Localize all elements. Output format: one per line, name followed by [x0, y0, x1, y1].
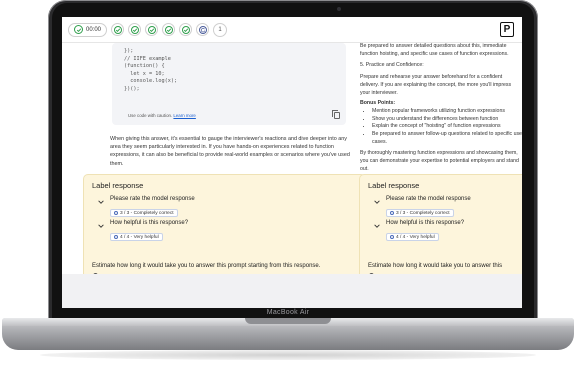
estimate-label: Estimate how long it would take you to a… — [92, 263, 321, 269]
refresh-button[interactable] — [196, 23, 210, 36]
check-circle-icon — [74, 25, 83, 34]
radio-icon — [114, 211, 118, 215]
chevron-down-icon[interactable] — [374, 199, 380, 205]
radio-icon — [114, 235, 118, 239]
response-intro: Be prepared to answer detailed questions… — [360, 43, 509, 57]
timer-value: 00:00 — [86, 26, 102, 33]
screen-bottom-strip — [62, 274, 522, 308]
panel-title: Label response — [92, 181, 144, 190]
list-item: Be prepared to answer follow-up question… — [372, 131, 522, 146]
response-closing: By thoroughly mastering function express… — [360, 150, 519, 172]
helpful-question[interactable]: How helpful is this response? 4 / 4 - Ve… — [98, 220, 188, 244]
check-circle-icon — [164, 25, 173, 34]
panel-title: Label response — [368, 181, 420, 190]
code-content: });// IIFE example (function() { let x = … — [124, 48, 178, 92]
response-paragraph: When giving this answer, it's essential … — [110, 136, 350, 167]
learn-more-link[interactable]: Learn more — [173, 113, 195, 118]
laptop-mockup: MacBook Air 00:00 1 P });// IIFE example… — [0, 0, 576, 376]
check-circle-icon — [147, 25, 156, 34]
step-complete-5[interactable] — [179, 23, 193, 36]
rating-question[interactable]: Please rate the model response 3 / 3 - C… — [374, 196, 471, 220]
right-response: Be prepared to answer detailed questions… — [360, 43, 522, 191]
helpful-chip[interactable]: 4 / 4 - Very helpful — [386, 233, 439, 241]
laptop-notch — [245, 318, 331, 324]
refresh-icon — [198, 25, 207, 34]
laptop-shadow — [40, 350, 536, 360]
brand-logo[interactable]: P — [500, 22, 514, 37]
bonus-list: Mention popular frameworks utilizing fun… — [360, 108, 522, 147]
code-caution: Use code with caution. Learn more — [128, 113, 196, 118]
radio-icon — [390, 211, 394, 215]
copy-icon[interactable] — [332, 110, 340, 119]
check-circle-icon — [113, 25, 122, 34]
step-complete-3[interactable] — [145, 23, 159, 36]
step-complete-1[interactable] — [111, 23, 125, 36]
camera-icon — [337, 7, 341, 11]
rating-question[interactable]: Please rate the model response 3 / 3 - C… — [98, 196, 195, 220]
list-item: Show you understand the differences betw… — [372, 116, 522, 124]
rating-chip[interactable]: 3 / 3 - Completely correct — [386, 209, 454, 217]
rating-chip[interactable]: 3 / 3 - Completely correct — [110, 209, 178, 217]
radio-icon — [390, 235, 394, 239]
practice-text: Prepare and rehearse your answer beforeh… — [360, 74, 512, 96]
section-title: 5. Practice and Confidence: — [360, 62, 424, 69]
chevron-down-icon[interactable] — [98, 199, 104, 205]
list-item: Mention popular frameworks utilizing fun… — [372, 108, 522, 116]
device-label: MacBook Air — [266, 309, 310, 316]
estimate-label: Estimate how long it would take you to a… — [368, 263, 503, 269]
chevron-down-icon[interactable] — [374, 223, 380, 229]
left-response: });// IIFE example (function() { let x = … — [62, 43, 352, 191]
timer[interactable]: 00:00 — [68, 22, 108, 37]
step-indicator[interactable]: 1 — [213, 22, 228, 37]
check-circle-icon — [130, 25, 139, 34]
list-item: Explain the concept of "hoisting" of fun… — [372, 123, 522, 131]
step-complete-2[interactable] — [128, 23, 142, 36]
step-complete-4[interactable] — [162, 23, 176, 36]
screen: 00:00 1 P });// IIFE example (function() … — [62, 17, 522, 308]
helpful-question[interactable]: How helpful is this response? 4 / 4 - Ve… — [374, 220, 464, 244]
top-toolbar: 00:00 1 P — [62, 17, 522, 43]
chevron-down-icon[interactable] — [98, 223, 104, 229]
bonus-title: Bonus Points: — [360, 100, 396, 107]
helpful-chip[interactable]: 4 / 4 - Very helpful — [110, 233, 163, 241]
check-circle-icon — [181, 25, 190, 34]
